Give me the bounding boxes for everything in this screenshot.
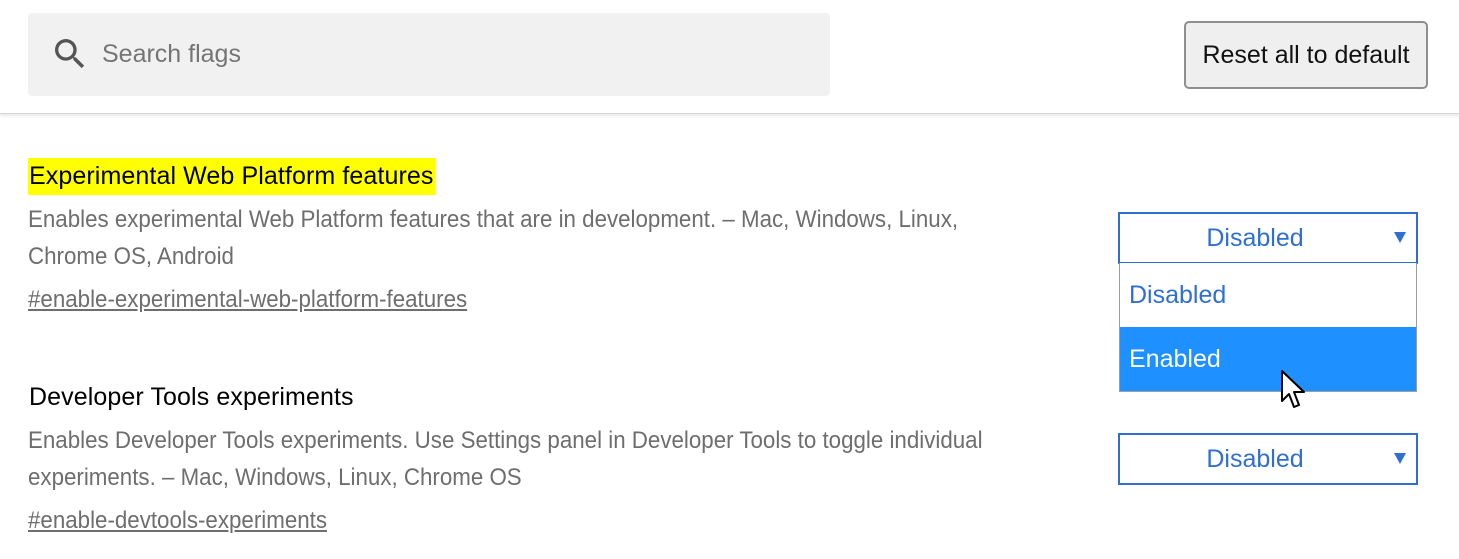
dropdown-arrow-icon [1394,232,1406,243]
dropdown-option-enabled[interactable]: Enabled [1120,327,1416,391]
select-value: Disabled [1206,445,1304,473]
search-input[interactable] [102,34,802,74]
flag-description: Enables Developer Tools experiments. Use… [28,427,983,491]
select-dropdown-list: Disabled Enabled [1119,263,1417,392]
flag-state-select[interactable]: Disabled [1118,433,1418,485]
flag-description: Enables experimental Web Platform featur… [28,206,959,270]
flag-title: Developer Tools experiments [29,383,354,411]
dropdown-arrow-icon [1394,453,1406,464]
flag-anchor-link[interactable]: #enable-devtools-experiments [28,506,327,536]
flag-title: Experimental Web Platform features [28,158,435,195]
dropdown-option-disabled[interactable]: Disabled [1120,263,1416,327]
flag-anchor-link[interactable]: #enable-experimental-web-platform-featur… [28,285,467,315]
flags-header: Reset all to default [0,0,1459,114]
search-icon [55,39,85,69]
flag-state-select[interactable]: Disabled [1118,212,1418,264]
reset-all-button[interactable]: Reset all to default [1184,21,1428,89]
select-value: Disabled [1206,224,1304,252]
